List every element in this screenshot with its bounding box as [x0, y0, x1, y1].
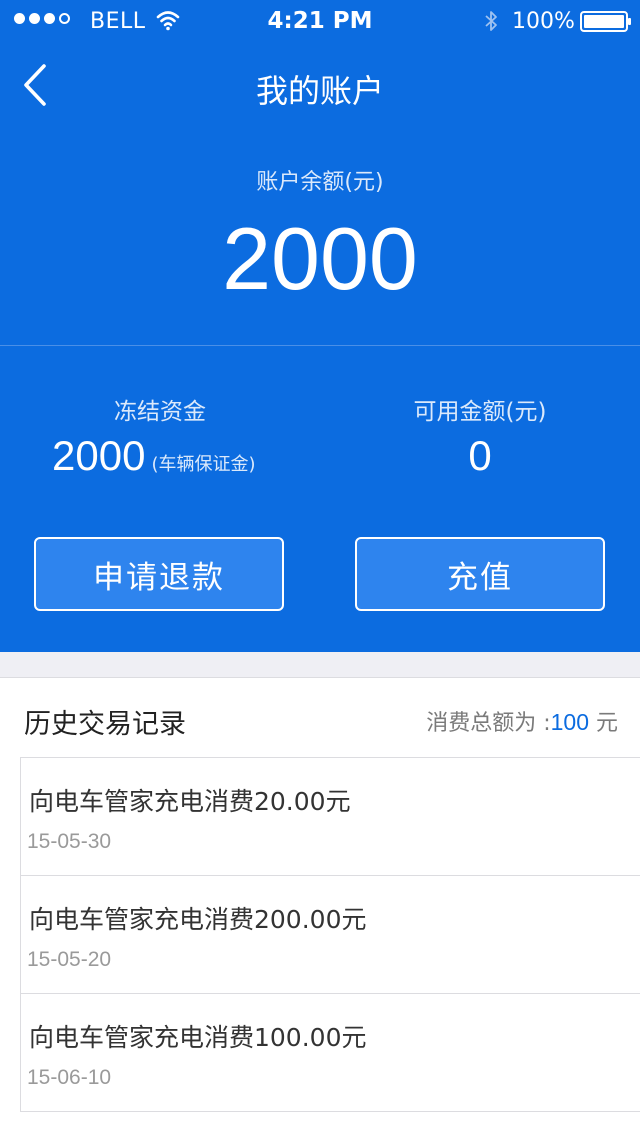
bluetooth-icon	[485, 11, 497, 31]
frozen-funds-note: (车辆保证金)	[151, 454, 256, 475]
transaction-title: 向电车管家充电消费200.00元	[29, 905, 367, 934]
frozen-funds-value: 2000	[52, 432, 146, 479]
balance-value: 2000	[222, 209, 418, 308]
divider	[0, 345, 640, 346]
transaction-item[interactable]: 向电车管家充电消费200.00元 15-05-20	[21, 876, 640, 994]
transaction-list: 向电车管家充电消费20.00元 15-05-30 向电车管家充电消费200.00…	[20, 758, 640, 1112]
transaction-date: 15-05-20	[27, 948, 112, 971]
transaction-date: 15-05-30	[27, 830, 112, 853]
history-total-value: 100	[550, 709, 589, 735]
history-header: 历史交易记录 消费总额为 :100 元	[0, 678, 640, 758]
frozen-funds: 2000 (车辆保证金)	[52, 432, 255, 480]
frozen-funds-label: 冻结资金	[114, 399, 206, 425]
transaction-title: 向电车管家充电消费100.00元	[29, 1023, 367, 1052]
transaction-item[interactable]: 向电车管家充电消费100.00元 15-06-10	[21, 994, 640, 1112]
transaction-title: 向电车管家充电消费20.00元	[29, 787, 351, 816]
balance-label: 账户余额(元)	[256, 170, 384, 195]
page-title: 我的账户	[255, 72, 384, 110]
transaction-item[interactable]: 向电车管家充电消费20.00元 15-05-30	[21, 758, 640, 876]
account-header: BELL 4:21 PM 100% 我的账户 账户余额(元) 2000 冻结资金…	[0, 0, 640, 652]
available-amount-label: 可用金额(元)	[413, 399, 547, 425]
history-total-prefix: 消费总额为 :	[426, 711, 551, 736]
section-separator	[0, 652, 640, 678]
transaction-date: 15-06-10	[27, 1066, 112, 1089]
available-amount-value: 0	[468, 432, 492, 479]
refund-button[interactable]: 申请退款	[34, 537, 284, 611]
recharge-button[interactable]: 充值	[355, 537, 605, 611]
history-total: 消费总额为 :100 元	[426, 705, 618, 737]
status-bar: BELL 4:21 PM 100%	[0, 0, 640, 40]
battery-percentage: 100%	[512, 9, 575, 34]
battery-icon	[580, 11, 631, 32]
history-total-unit: 元	[589, 711, 618, 736]
history-title: 历史交易记录	[24, 709, 186, 740]
